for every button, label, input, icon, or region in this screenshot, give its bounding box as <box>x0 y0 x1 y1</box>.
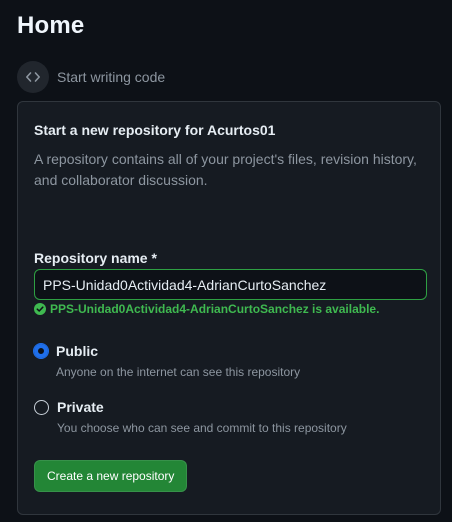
page-title: Home <box>17 12 85 39</box>
card-description: A repository contains all of your projec… <box>34 151 417 188</box>
repository-name-label: Repository name * <box>34 250 157 266</box>
new-repository-card: Start a new repository for Acurtos01 A r… <box>17 101 441 515</box>
visibility-private-option[interactable]: Private You choose who can see and commi… <box>34 399 347 435</box>
repository-name-input[interactable] <box>34 269 427 300</box>
public-label: Public <box>56 343 99 359</box>
check-circle-icon <box>34 303 46 315</box>
create-repository-button[interactable]: Create a new repository <box>34 460 188 492</box>
private-description: You choose who can see and commit to thi… <box>57 421 347 435</box>
private-radio[interactable] <box>34 400 49 415</box>
timeline-item: Start writing code <box>17 61 165 93</box>
visibility-public-option[interactable]: Public Anyone on the internet can see th… <box>33 343 301 379</box>
name-availability-message: PPS-Unidad0Actividad4-AdrianCurtoSanchez… <box>34 302 379 316</box>
code-icon <box>17 61 49 93</box>
private-label: Private <box>57 399 104 415</box>
card-title: Start a new repository for Acurtos01 <box>34 122 276 138</box>
public-description: Anyone on the internet can see this repo… <box>56 365 301 379</box>
timeline-label: Start writing code <box>57 69 166 85</box>
availability-text: PPS-Unidad0Actividad4-AdrianCurtoSanchez… <box>50 302 380 316</box>
public-radio[interactable] <box>33 343 49 359</box>
